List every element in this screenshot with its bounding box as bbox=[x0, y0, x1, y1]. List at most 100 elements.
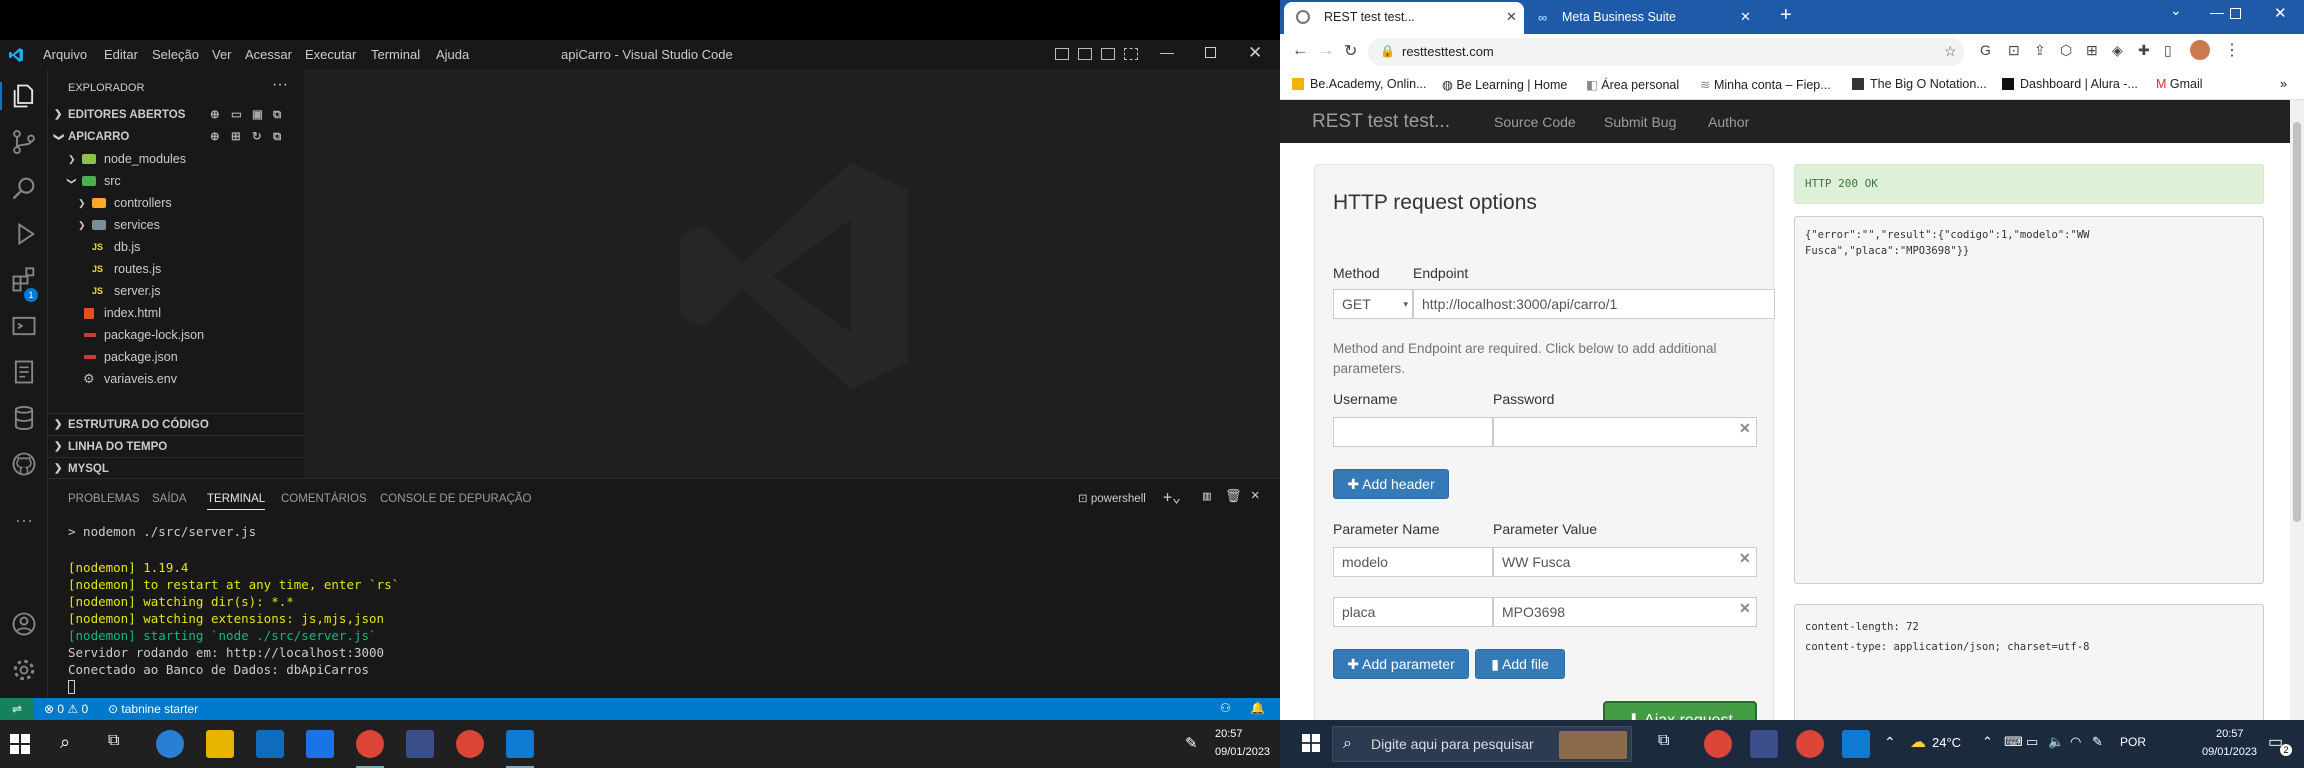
menu-ver[interactable]: Ver bbox=[212, 47, 232, 62]
page-scrollbar[interactable] bbox=[2290, 100, 2304, 720]
source-control-icon[interactable] bbox=[10, 128, 38, 156]
pen-icon[interactable]: ✎ bbox=[1185, 734, 1198, 752]
windows-start-icon[interactable] bbox=[10, 734, 30, 754]
open-editors-section[interactable]: ❯ EDITORES ABERTOS ⊕ ▭ ▣ ⧉ bbox=[48, 104, 304, 126]
input-language[interactable]: POR bbox=[2120, 735, 2146, 749]
close-all-icon[interactable]: ⧉ bbox=[273, 104, 281, 126]
store-icon[interactable] bbox=[256, 730, 284, 758]
new-file-icon[interactable]: ⊕ bbox=[210, 104, 220, 126]
chrome-profile-icon[interactable] bbox=[1796, 730, 1824, 758]
github-icon[interactable] bbox=[10, 450, 38, 478]
more-icon[interactable]: ··· bbox=[10, 506, 38, 534]
refresh-icon[interactable]: ↻ bbox=[252, 126, 262, 148]
edge-icon[interactable] bbox=[156, 730, 184, 758]
account-icon[interactable] bbox=[10, 610, 38, 638]
bookmark-item[interactable]: Dashboard | Alura -... bbox=[2002, 77, 2138, 91]
new-folder-icon[interactable]: ⊞ bbox=[231, 126, 241, 148]
pen-icon[interactable]: ✎ bbox=[2092, 734, 2103, 750]
tree-item-db-js[interactable]: JS db.js bbox=[48, 236, 304, 258]
feedback-icon[interactable]: ⚇ bbox=[1220, 701, 1231, 715]
add-file-button[interactable]: ▮ Add file bbox=[1475, 649, 1565, 679]
menu-ajuda[interactable]: Ajuda bbox=[436, 47, 469, 62]
tab-meta-business[interactable]: ∞ Meta Business Suite ✕ bbox=[1528, 2, 1758, 34]
file-explorer-icon[interactable] bbox=[206, 730, 234, 758]
save-all-icon[interactable]: ▭ bbox=[231, 104, 242, 126]
problems-indicator[interactable]: ⊗ 0 ⚠ 0 bbox=[44, 702, 88, 716]
timeline-section[interactable]: ❯ LINHA DO TEMPO bbox=[48, 435, 304, 457]
editor-area[interactable] bbox=[304, 70, 1280, 478]
tabnine-ext-icon[interactable]: ⊞ bbox=[2086, 42, 2098, 59]
bookmark-item[interactable]: ◧ Área personal bbox=[1586, 77, 1679, 92]
bookmark-item[interactable]: M Gmail bbox=[2156, 77, 2203, 91]
tree-item-server-js[interactable]: JS server.js bbox=[48, 280, 304, 302]
clock-date[interactable]: 09/01/2023 bbox=[2202, 746, 2257, 758]
site-brand[interactable]: REST test test... bbox=[1312, 111, 1450, 133]
terminal-cursor[interactable] bbox=[68, 680, 75, 694]
response-headers[interactable]: content-length: 72 content-type: applica… bbox=[1794, 604, 2264, 724]
database-icon[interactable] bbox=[10, 404, 38, 432]
nav-submit-bug[interactable]: Submit Bug bbox=[1604, 114, 1676, 130]
tab-problems[interactable]: PROBLEMAS bbox=[68, 493, 140, 505]
add-parameter-button[interactable]: ✚ Add parameter bbox=[1333, 649, 1469, 679]
clear-icon[interactable]: ✕ bbox=[1739, 550, 1751, 567]
back-icon[interactable]: ← bbox=[1292, 42, 1308, 60]
new-file-icon[interactable]: ⊕ bbox=[210, 126, 220, 148]
explorer-more-icon[interactable]: ··· bbox=[272, 76, 288, 94]
tab-close-icon[interactable]: ✕ bbox=[1506, 9, 1517, 25]
remote-explorer-icon[interactable] bbox=[10, 312, 38, 340]
menu-editar[interactable]: Editar bbox=[104, 47, 138, 62]
method-select[interactable]: GET ▾ bbox=[1333, 289, 1413, 319]
bookmark-item[interactable]: The Big O Notation... bbox=[1852, 77, 1987, 91]
weather-temp[interactable]: 24°C bbox=[1932, 735, 1961, 750]
close-panel-icon[interactable]: ✕ bbox=[1251, 487, 1259, 503]
menu-executar[interactable]: Executar bbox=[305, 47, 356, 62]
password-input[interactable] bbox=[1493, 417, 1757, 447]
tree-item-src[interactable]: ❯ src bbox=[48, 170, 304, 192]
param-value-input[interactable]: WW Fusca bbox=[1493, 547, 1757, 577]
snipping-icon[interactable] bbox=[406, 730, 434, 758]
kill-terminal-icon[interactable]: 🗑 bbox=[1225, 489, 1242, 504]
mysql-section[interactable]: ❯ MYSQL bbox=[48, 457, 304, 479]
task-view-icon[interactable]: ⧉ bbox=[1658, 732, 1669, 750]
bookmark-item[interactable]: ≋ Minha conta – Fiep... bbox=[1700, 77, 1831, 92]
response-body[interactable]: {"error":"","result":{"codigo":1,"modelo… bbox=[1794, 216, 2264, 584]
extension-icon[interactable]: ⬡ bbox=[2060, 42, 2072, 59]
toggle-secondary-sidebar-icon[interactable] bbox=[1101, 48, 1115, 60]
remote-indicator-icon[interactable]: ⇌ bbox=[0, 698, 34, 720]
menu-acessar[interactable]: Acessar bbox=[245, 47, 292, 62]
close-icon[interactable]: ✕ bbox=[1248, 43, 1262, 63]
collapse-all-icon[interactable]: ▣ bbox=[252, 104, 263, 126]
clock-time[interactable]: 20:57 bbox=[1215, 728, 1243, 740]
clock-date[interactable]: 09/01/2023 bbox=[1215, 746, 1270, 758]
share-icon[interactable]: ⇪ bbox=[2034, 42, 2046, 59]
notifications-bell-icon[interactable]: 🔔 bbox=[1250, 701, 1265, 715]
translate-icon[interactable]: ⊡ bbox=[2008, 42, 2020, 59]
tab-rest-test[interactable]: REST test test... ✕ bbox=[1284, 2, 1524, 34]
bookmark-star-icon[interactable]: ☆ bbox=[1944, 43, 1957, 60]
tab-debug-console[interactable]: CONSOLE DE DEPURAÇÃO bbox=[380, 493, 531, 505]
menu-selecao[interactable]: Seleção bbox=[152, 47, 199, 62]
param-name-input[interactable]: placa bbox=[1333, 597, 1493, 627]
taskbar-search-box[interactable]: ⌕ Digite aqui para pesquisar bbox=[1332, 726, 1632, 762]
tree-item-package-lock[interactable]: package-lock.json bbox=[48, 324, 304, 346]
chrome-icon[interactable] bbox=[1704, 730, 1732, 758]
volume-icon[interactable]: 🔈 bbox=[2048, 734, 2064, 750]
nav-author[interactable]: Author bbox=[1708, 114, 1749, 130]
extensions-puzzle-icon[interactable]: ✚ bbox=[2138, 42, 2150, 59]
vscode-taskbar-icon[interactable] bbox=[506, 730, 534, 758]
toggle-sidebar-icon[interactable] bbox=[1055, 48, 1069, 60]
tab-close-icon[interactable]: ✕ bbox=[1740, 9, 1751, 25]
tabnine-status[interactable]: ⊙ tabnine starter bbox=[108, 702, 198, 716]
chevron-up-icon[interactable]: ⌃ bbox=[1884, 734, 1896, 751]
keyboard-icon[interactable]: ⌨ bbox=[2004, 734, 2023, 750]
tray-icon[interactable]: ⌃ bbox=[1982, 734, 1993, 750]
tree-item-index-html[interactable]: index.html bbox=[48, 302, 304, 324]
search-icon[interactable] bbox=[10, 174, 38, 202]
minimize-icon[interactable]: — bbox=[1160, 44, 1174, 60]
terminal-shell-selector[interactable]: ⊡ powershell bbox=[1078, 491, 1146, 505]
forward-icon[interactable]: → bbox=[1318, 42, 1334, 60]
side-panel-icon[interactable]: ▯ bbox=[2164, 42, 2172, 59]
vscode-taskbar-icon[interactable] bbox=[1842, 730, 1870, 758]
customize-layout-icon[interactable] bbox=[1124, 48, 1138, 60]
tab-output[interactable]: SAÍDA bbox=[152, 493, 187, 505]
